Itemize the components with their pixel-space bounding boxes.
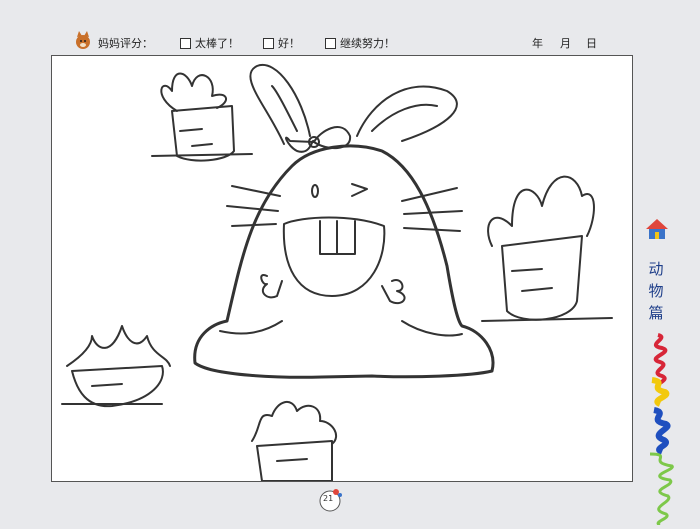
option-label: 好！ [278,37,300,50]
page-number-text: 21 [323,494,334,503]
option-label: 太棒了！ [195,37,239,50]
coloring-frame [51,55,633,482]
rating-label: 妈妈评分： [98,37,153,50]
rating-header: 妈妈评分： 太棒了！ 好！ 继续努力！ 年 月 日 [70,30,620,54]
date-year: 年 [532,37,543,50]
rating-option-keep-trying[interactable]: 继续努力！ [325,35,395,51]
rating-option-good[interactable]: 好！ [263,35,300,51]
checkbox[interactable] [325,37,336,49]
rabbit-carrot-drawing [61,63,613,481]
option-label: 继续努力！ [340,37,395,50]
checkbox[interactable] [263,37,274,49]
rating-option-excellent[interactable]: 太棒了！ [180,35,239,51]
title-char: 篇 [648,304,664,322]
date-month: 月 [560,37,571,50]
title-char: 物 [648,282,664,300]
section-title: 动 物 篇 [646,258,666,324]
fox-mascot-icon [76,31,90,49]
date-day: 日 [586,37,597,50]
title-char: 动 [648,260,664,278]
checkbox[interactable] [180,37,191,49]
page-number: 21 [316,486,346,514]
house-icon [646,219,668,239]
crayon-scribbles-decoration [649,333,674,525]
